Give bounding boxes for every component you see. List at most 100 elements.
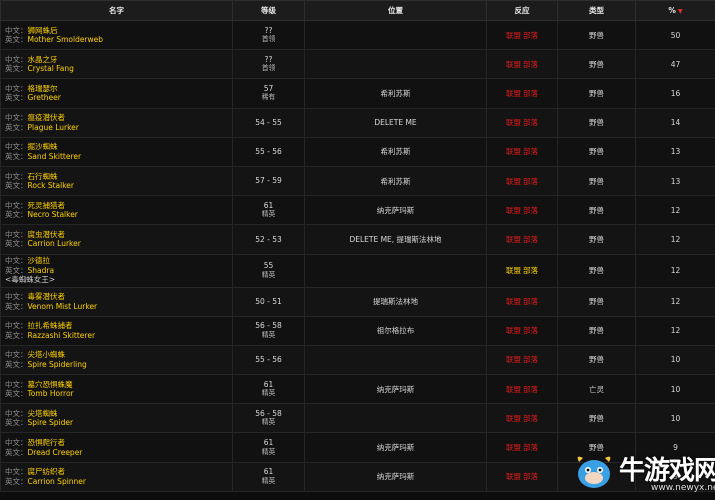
table-row[interactable]: 中文：尖塔小蜘蛛 英文：Spire Spiderling 55 - 56 联盟 部落 野兽… bbox=[0, 344, 715, 376]
reaction-alliance: 联盟 bbox=[506, 30, 521, 40]
reaction-horde: 部落 bbox=[523, 205, 538, 215]
cell-location[interactable]: 希利苏斯 bbox=[304, 136, 487, 167]
npc-name-en[interactable]: Gretheer bbox=[28, 93, 61, 102]
col-header-percent[interactable]: % ▼ bbox=[635, 0, 715, 21]
cell-location[interactable] bbox=[304, 403, 487, 434]
cell-reaction: 联盟 部落 bbox=[486, 78, 558, 109]
reaction-horde: 部落 bbox=[523, 443, 538, 453]
cell-level: 56 - 58 精英 bbox=[232, 315, 305, 346]
cell-location[interactable]: 希利苏斯 bbox=[304, 78, 487, 109]
npc-name-en[interactable]: Crystal Fang bbox=[28, 64, 74, 73]
npc-name-zh[interactable]: 格瑞瑟尔 bbox=[28, 84, 58, 93]
cell-location[interactable]: 提瑞斯法林地 bbox=[304, 286, 487, 317]
col-header-level[interactable]: 等级 bbox=[232, 0, 305, 21]
table-row[interactable]: 中文：格瑞瑟尔 英文：Gretheer 57 稀有 希利苏斯 联盟 部落 野兽 16 bbox=[0, 78, 715, 109]
label-zh: 中文： bbox=[5, 438, 28, 448]
npc-name-zh[interactable]: 尖塔蜘蛛 bbox=[28, 409, 58, 418]
cell-type: 野兽 bbox=[557, 195, 636, 226]
cell-name: 中文：腐尸纺织者 英文：Carrion Spinner bbox=[0, 461, 233, 492]
npc-name-en[interactable]: Spire Spiderling bbox=[28, 360, 87, 369]
table-row[interactable]: 中文：石行蜘蛛 英文：Rock Stalker 57 - 59 希利苏斯 联盟 部落 野兽 1… bbox=[0, 165, 715, 197]
cell-name: 中文：沙德拉 英文：Shadra <毒蜘蛛女王> bbox=[0, 253, 233, 288]
cell-location[interactable]: 纳克萨玛斯 bbox=[304, 432, 487, 463]
table-row[interactable]: 中文：水晶之牙 英文：Crystal Fang?? 首领 联盟 部落 野兽 47 bbox=[0, 49, 715, 80]
npc-name-en[interactable]: Venom Mist Lurker bbox=[28, 302, 98, 311]
npc-name-zh[interactable]: 石行蜘蛛 bbox=[28, 172, 58, 181]
npc-name-zh[interactable]: 毒雾潜伏者 bbox=[28, 292, 66, 301]
cell-location[interactable] bbox=[304, 253, 487, 288]
reaction-horde: 部落 bbox=[523, 118, 538, 128]
cell-location[interactable] bbox=[304, 49, 487, 80]
table-row[interactable]: 中文：掘沙蜘蛛 英文：Sand Skitterer 55 - 56 希利苏斯 联盟 部落野… bbox=[0, 136, 715, 167]
label-en: 英文： bbox=[5, 359, 28, 369]
npc-name-en[interactable]: Sand Skitterer bbox=[28, 152, 82, 161]
cell-percent: 14 bbox=[635, 107, 715, 138]
npc-name-zh[interactable]: 拉扎希蛛捕者 bbox=[28, 321, 73, 330]
table-row[interactable]: 中文：拉扎希蛛捕者 英文：Razzashi Skitterer 56 - 58 精英祖… bbox=[0, 315, 715, 346]
cow-logo-icon bbox=[577, 456, 611, 488]
table-row[interactable]: 中文：毒雾潜伏者 英文：Venom Mist Lurker 50 - 51 提瑞斯法林… bbox=[0, 286, 715, 317]
npc-name-en[interactable]: Razzashi Skitterer bbox=[28, 331, 96, 340]
npc-name-en[interactable]: Spire Spider bbox=[28, 418, 74, 427]
npc-name-en[interactable]: Necro Stalker bbox=[28, 210, 78, 219]
cell-percent: 10 bbox=[635, 374, 715, 405]
cell-location[interactable] bbox=[304, 344, 487, 376]
table-row[interactable]: 中文：尖塔蜘蛛 英文：Spire Spider 56 - 58 精英 联盟 部落 野兽 10 bbox=[0, 403, 715, 434]
cell-level: 61 精英 bbox=[232, 374, 305, 405]
npc-name-zh[interactable]: 腐尸纺织者 bbox=[28, 467, 66, 476]
reaction-horde: 部落 bbox=[523, 88, 538, 98]
cell-location[interactable]: DELETE ME, 提瑞斯法林地 bbox=[304, 224, 487, 255]
cell-location[interactable]: 纳克萨玛斯 bbox=[304, 195, 487, 226]
npc-name-zh[interactable]: 瘟疫潜伏者 bbox=[28, 113, 66, 122]
npc-name-zh[interactable]: 腐虫潜伏者 bbox=[28, 230, 66, 239]
npc-name-zh[interactable]: 死灵捕猎者 bbox=[28, 201, 66, 210]
watermark: 牛游戏网 www.newyx.net bbox=[565, 444, 715, 500]
npc-name-zh[interactable]: 掘沙蜘蛛 bbox=[28, 142, 58, 151]
header-row: 名字 等级 位置 反应 类型 % ▼ bbox=[0, 0, 715, 21]
npc-name-en[interactable]: Tomb Horror bbox=[28, 389, 74, 398]
table-row[interactable]: 中文：狮网蛛后 英文：Mother Smolderweb?? 首领 联盟 部落 野兽 50 bbox=[0, 19, 715, 51]
npc-name-en[interactable]: Plague Lurker bbox=[28, 123, 79, 132]
cell-location[interactable]: DELETE ME bbox=[304, 107, 487, 138]
npc-name-zh[interactable]: 狮网蛛后 bbox=[28, 26, 58, 35]
cell-location[interactable] bbox=[304, 19, 487, 51]
npc-name-zh[interactable]: 沙德拉 bbox=[28, 256, 51, 265]
cell-type: 野兽 bbox=[557, 165, 636, 197]
npc-rank: 精英 bbox=[261, 447, 276, 456]
col-header-name[interactable]: 名字 bbox=[0, 0, 233, 21]
npc-name-en[interactable]: Rock Stalker bbox=[28, 181, 74, 190]
npc-name-en[interactable]: Shadra bbox=[28, 266, 55, 275]
npc-name-en[interactable]: Carrion Spinner bbox=[28, 477, 87, 486]
cell-location[interactable]: 祖尔格拉布 bbox=[304, 315, 487, 346]
label-zh: 中文： bbox=[5, 350, 28, 360]
table-row[interactable]: 中文：死灵捕猎者 英文：Necro Stalker 61 精英 纳克萨玛斯 联盟 部落 野兽 1… bbox=[0, 195, 715, 226]
reaction-horde: 部落 bbox=[523, 326, 538, 336]
col-header-location[interactable]: 位置 bbox=[304, 0, 487, 21]
table-row[interactable]: 中文：沙德拉 英文：Shadra <毒蜘蛛女王> 55 精英 联盟 部落 野兽 12 bbox=[0, 253, 715, 288]
cell-percent: 10 bbox=[635, 403, 715, 434]
table-row[interactable]: 中文：腐虫潜伏者 英文：Carrion Lurker 52 - 53 DELETE M… bbox=[0, 224, 715, 255]
npc-name-zh[interactable]: 恐惧爬行者 bbox=[28, 438, 66, 447]
col-header-reaction[interactable]: 反应 bbox=[486, 0, 558, 21]
cell-location[interactable]: 纳克萨玛斯 bbox=[304, 461, 487, 492]
cell-type: 野兽 bbox=[557, 19, 636, 51]
cell-name: 中文：拉扎希蛛捕者 英文：Razzashi Skitterer bbox=[0, 315, 233, 346]
cell-percent: 13 bbox=[635, 136, 715, 167]
label-en: 英文： bbox=[5, 301, 28, 311]
cell-name: 中文：毒雾潜伏者 英文：Venom Mist Lurker bbox=[0, 286, 233, 317]
npc-name-zh[interactable]: 墓穴恐惧蛛魔 bbox=[28, 380, 73, 389]
reaction-alliance: 联盟 bbox=[506, 205, 521, 215]
npc-name-zh[interactable]: 尖塔小蜘蛛 bbox=[28, 350, 66, 359]
npc-name-en[interactable]: Mother Smolderweb bbox=[28, 35, 104, 44]
col-header-type[interactable]: 类型 bbox=[557, 0, 636, 21]
table-row[interactable]: 中文：墓穴恐惧蛛魔 英文：Tomb Horror 61 精英 纳克萨玛斯 联盟 部落 亡灵 10 bbox=[0, 374, 715, 405]
table-row[interactable]: 中文：瘟疫潜伏者 英文：Plague Lurker 54 - 55 DELETE ME… bbox=[0, 107, 715, 138]
npc-name-en[interactable]: Carrion Lurker bbox=[28, 239, 81, 248]
cell-reaction: 联盟 部落 bbox=[486, 19, 558, 51]
cell-reaction: 联盟 部落 bbox=[486, 224, 558, 255]
npc-name-en[interactable]: Dread Creeper bbox=[28, 448, 83, 457]
cell-location[interactable]: 希利苏斯 bbox=[304, 165, 487, 197]
cell-location[interactable]: 纳克萨玛斯 bbox=[304, 374, 487, 405]
reaction-alliance: 联盟 bbox=[506, 355, 521, 365]
npc-name-zh[interactable]: 水晶之牙 bbox=[28, 55, 58, 64]
